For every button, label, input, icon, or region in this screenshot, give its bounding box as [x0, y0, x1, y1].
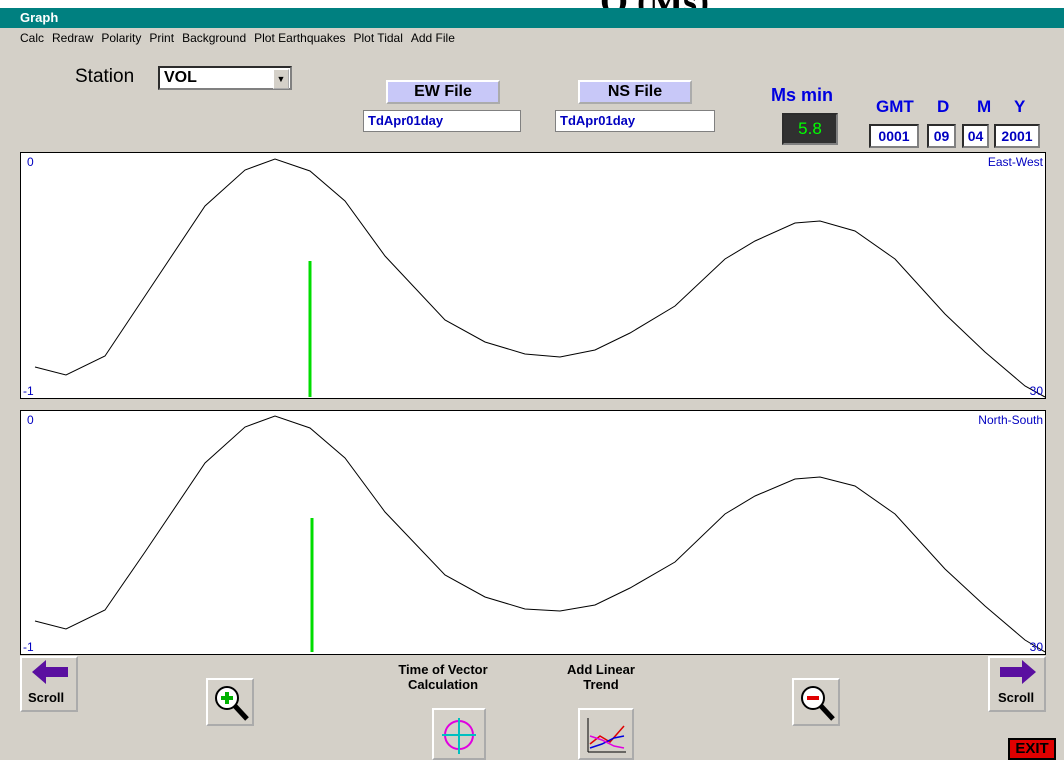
menu-bar: Calc Redraw Polarity Print Background Pl…	[0, 28, 459, 48]
linear-trend-icon	[587, 718, 626, 753]
ew-y-top-label: 0	[27, 155, 34, 169]
station-select[interactable]: VOL ▼	[158, 66, 292, 90]
scroll-left-button[interactable]: Scroll	[20, 656, 78, 712]
station-label: Station	[75, 66, 135, 87]
north-south-curve	[34, 415, 1045, 653]
scroll-left-label: Scroll	[28, 690, 65, 705]
gmt-field[interactable]: 0001	[869, 124, 919, 148]
trend-caption-1: Add Linear	[567, 662, 635, 677]
ns-y-top-label: 0	[27, 413, 34, 427]
vector-calc-icon	[442, 718, 476, 754]
zoom-out-icon	[801, 686, 835, 721]
scroll-right-label: Scroll	[998, 690, 1035, 705]
menu-print[interactable]: Print	[145, 28, 178, 48]
ns-x-end-label: 30	[1029, 640, 1043, 654]
zoom-in-icon	[215, 686, 249, 721]
vector-calculation-button[interactable]	[432, 708, 486, 760]
north-south-plot[interactable]: 0 North-South -1 30	[20, 410, 1046, 655]
month-field[interactable]: 04	[962, 124, 989, 148]
menu-redraw[interactable]: Redraw	[48, 28, 97, 48]
exit-button[interactable]: EXIT	[1008, 738, 1056, 760]
ew-x-end-label: 30	[1029, 384, 1043, 398]
ms-min-value: 5.8	[782, 113, 838, 145]
station-value: VOL	[164, 69, 197, 86]
ns-x-start-label: -1	[23, 640, 34, 654]
graph-window: Graph Calc Redraw Polarity Print Backgro…	[0, 8, 1064, 760]
menu-calc[interactable]: Calc	[16, 28, 48, 48]
month-header: M	[977, 97, 992, 116]
north-south-plot-svg	[34, 415, 1045, 653]
east-west-plot[interactable]: 0 East-West -1 30	[20, 152, 1046, 399]
ew-file-button[interactable]: EW File	[386, 80, 500, 104]
linear-trend-button[interactable]	[578, 708, 634, 760]
menu-plot-earthquakes[interactable]: Plot Earthquakes	[250, 28, 349, 48]
ns-plot-name: North-South	[978, 413, 1043, 427]
menu-add-file[interactable]: Add File	[407, 28, 459, 48]
gmt-header: GMT	[876, 97, 914, 116]
ns-file-button[interactable]: NS File	[578, 80, 692, 104]
ew-x-start-label: -1	[23, 384, 34, 398]
day-field[interactable]: 09	[927, 124, 956, 148]
zoom-out-button[interactable]	[792, 678, 840, 726]
background-heading-fragment: Q (Ms)	[600, 0, 760, 8]
trend-caption-2: Trend	[583, 677, 619, 692]
vector-caption-2: Calculation	[407, 677, 479, 692]
ew-file-field[interactable]: TdApr01day	[363, 110, 521, 132]
menu-background[interactable]: Background	[178, 28, 250, 48]
right-arrow-icon	[1000, 660, 1036, 684]
east-west-plot-svg	[34, 158, 1045, 398]
left-arrow-icon	[32, 660, 68, 684]
day-header: D	[937, 97, 950, 116]
east-west-curve	[34, 158, 1045, 398]
menu-plot-tidal[interactable]: Plot Tidal	[350, 28, 407, 48]
window-title: Graph	[0, 8, 1064, 28]
ms-min-label: Ms min	[771, 85, 834, 105]
year-field[interactable]: 2001	[994, 124, 1040, 148]
menu-polarity[interactable]: Polarity	[97, 28, 145, 48]
year-header: Y	[1014, 97, 1026, 116]
ns-file-field[interactable]: TdApr01day	[555, 110, 715, 132]
zoom-in-button[interactable]	[206, 678, 254, 726]
vector-caption-1: Time of Vector	[398, 662, 488, 677]
scroll-right-button[interactable]: Scroll	[988, 656, 1046, 712]
chevron-down-icon[interactable]: ▼	[273, 69, 289, 89]
ew-plot-name: East-West	[987, 155, 1043, 169]
